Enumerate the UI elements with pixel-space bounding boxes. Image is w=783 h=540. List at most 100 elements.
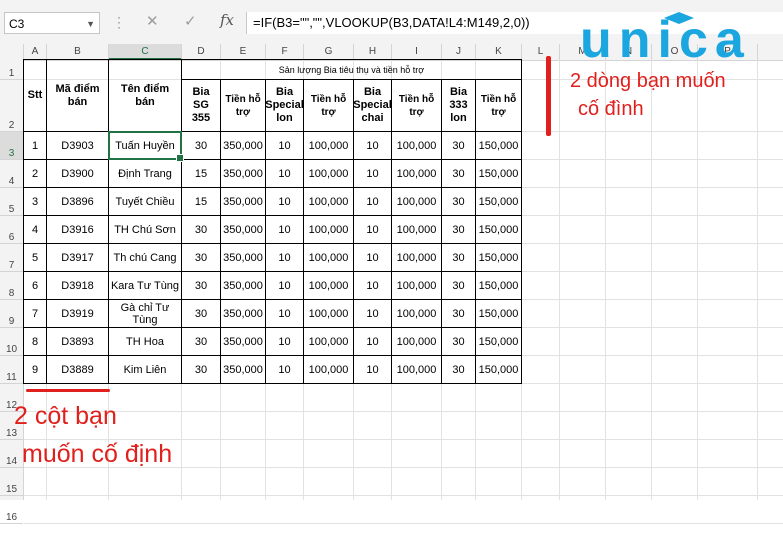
table-cell[interactable]: 30 — [442, 216, 476, 244]
header-ma-diem-ban[interactable]: Mã điểm bán — [47, 60, 109, 132]
table-cell[interactable]: 30 — [442, 188, 476, 216]
table-cell[interactable]: 3 — [24, 188, 47, 216]
table-cell[interactable]: 10 — [266, 272, 304, 300]
table-cell[interactable]: 30 — [442, 300, 476, 328]
table-cell[interactable]: 30 — [442, 132, 476, 160]
table-cell[interactable]: 10 — [266, 328, 304, 356]
table-cell[interactable]: 100,000 — [392, 132, 442, 160]
row-header-7[interactable]: 7 — [0, 244, 23, 272]
header-ten-diem-ban[interactable]: Tên điểm bán — [109, 60, 182, 132]
spreadsheet-grid[interactable]: Stt Mã điểm bán Tên điểm bán Sản lượng Bia … — [23, 59, 783, 524]
table-cell[interactable]: D3889 — [47, 356, 109, 384]
table-cell[interactable]: D3896 — [47, 188, 109, 216]
table-cell[interactable]: 30 — [182, 216, 221, 244]
table-cell[interactable]: 150,000 — [476, 188, 522, 216]
table-cell[interactable]: 100,000 — [392, 216, 442, 244]
column-header-j[interactable]: J — [442, 44, 476, 60]
table-cell[interactable]: D3903 — [47, 132, 109, 160]
table-cell[interactable]: 10 — [354, 356, 392, 384]
insert-function-icon[interactable]: fx — [220, 11, 234, 29]
table-cell[interactable]: 30 — [182, 328, 221, 356]
row-header-3[interactable]: 3 — [0, 132, 23, 160]
table-cell[interactable]: 30 — [182, 356, 221, 384]
table-cell[interactable]: 10 — [354, 132, 392, 160]
header-group[interactable]: Sản lượng Bia tiêu thụ và tiền hỗ trợ — [182, 60, 522, 80]
table-cell[interactable]: 100,000 — [304, 188, 354, 216]
name-box[interactable]: C3 ▼ — [4, 12, 100, 34]
column-header-d[interactable]: D — [182, 44, 221, 60]
table-cell[interactable]: 7 — [24, 300, 47, 328]
table-cell[interactable]: 30 — [442, 244, 476, 272]
header-col-6[interactable]: Tiền hỗ trợ — [304, 80, 354, 132]
table-cell[interactable]: 350,000 — [221, 356, 266, 384]
column-header-b[interactable]: B — [47, 44, 109, 60]
column-header-h[interactable]: H — [354, 44, 392, 60]
table-cell[interactable]: 30 — [442, 328, 476, 356]
table-cell[interactable]: 10 — [266, 300, 304, 328]
row-header-15[interactable]: 15 — [0, 468, 23, 496]
table-cell[interactable]: 9 — [24, 356, 47, 384]
row-header-4[interactable]: 4 — [0, 160, 23, 188]
table-cell[interactable]: TH Chú Sơn — [109, 216, 182, 244]
table-cell[interactable]: 100,000 — [304, 356, 354, 384]
table-cell[interactable]: 100,000 — [304, 300, 354, 328]
table-cell[interactable]: 30 — [442, 160, 476, 188]
column-header-k[interactable]: K — [476, 44, 522, 60]
table-cell[interactable]: 10 — [266, 188, 304, 216]
row-header-6[interactable]: 6 — [0, 216, 23, 244]
table-cell[interactable]: 150,000 — [476, 328, 522, 356]
column-header-i[interactable]: I — [392, 44, 442, 60]
table-cell[interactable]: 150,000 — [476, 216, 522, 244]
table-cell[interactable]: 10 — [354, 328, 392, 356]
table-cell[interactable]: 10 — [266, 160, 304, 188]
column-header-e[interactable]: E — [221, 44, 266, 60]
table-cell[interactable]: 10 — [266, 356, 304, 384]
table-cell[interactable]: D3893 — [47, 328, 109, 356]
table-cell[interactable]: 4 — [24, 216, 47, 244]
table-cell[interactable]: Tuyết Chiều — [109, 188, 182, 216]
table-cell[interactable]: Th chú Cang — [109, 244, 182, 272]
column-header-g[interactable]: G — [304, 44, 354, 60]
table-cell[interactable]: Kim Liên — [109, 356, 182, 384]
table-cell[interactable]: 30 — [182, 132, 221, 160]
table-cell[interactable]: 350,000 — [221, 328, 266, 356]
table-cell[interactable]: 2 — [24, 160, 47, 188]
header-col-8[interactable]: Tiền hỗ trợ — [392, 80, 442, 132]
table-cell[interactable]: 10 — [354, 300, 392, 328]
table-cell[interactable]: 100,000 — [392, 300, 442, 328]
enter-icon[interactable]: ✓ — [184, 12, 197, 30]
table-cell[interactable]: 30 — [442, 356, 476, 384]
table-cell[interactable]: 30 — [442, 272, 476, 300]
header-col-5[interactable]: Bia Special lon — [265, 80, 304, 132]
table-cell[interactable]: Định Trang — [109, 160, 182, 188]
table-cell[interactable]: 150,000 — [476, 300, 522, 328]
table-cell[interactable]: 15 — [182, 160, 221, 188]
row-header-8[interactable]: 8 — [0, 272, 23, 300]
row-header-1[interactable]: 1 — [0, 60, 23, 80]
table-cell[interactable]: 100,000 — [392, 272, 442, 300]
table-cell[interactable]: 350,000 — [221, 160, 266, 188]
header-stt[interactable]: Stt — [24, 60, 47, 132]
table-cell[interactable]: 150,000 — [476, 132, 522, 160]
table-cell[interactable]: TH Hoa — [109, 328, 182, 356]
row-header-9[interactable]: 9 — [0, 300, 23, 328]
table-cell[interactable]: 150,000 — [476, 356, 522, 384]
table-cell[interactable]: 350,000 — [221, 300, 266, 328]
table-cell[interactable]: 100,000 — [304, 160, 354, 188]
table-cell[interactable]: 10 — [266, 244, 304, 272]
table-cell[interactable]: 350,000 — [221, 188, 266, 216]
table-cell[interactable]: 15 — [182, 188, 221, 216]
table-cell[interactable]: Gà chỉ Tư Tùng — [109, 300, 182, 328]
chevron-down-icon[interactable]: ▼ — [86, 13, 95, 35]
row-header-14[interactable]: 14 — [0, 440, 23, 468]
table-cell[interactable]: 100,000 — [304, 272, 354, 300]
table-cell[interactable]: 350,000 — [221, 132, 266, 160]
table-cell[interactable]: 30 — [182, 300, 221, 328]
column-header-c[interactable]: C — [109, 44, 182, 60]
table-cell[interactable]: 100,000 — [304, 132, 354, 160]
table-cell[interactable]: Tuấn Huyền — [109, 132, 182, 160]
table-cell[interactable]: 100,000 — [392, 160, 442, 188]
header-col-7[interactable]: Bia Special chai — [353, 80, 392, 132]
table-cell[interactable]: D3918 — [47, 272, 109, 300]
header-col-10[interactable]: Tiền hỗ trợ — [476, 80, 522, 132]
